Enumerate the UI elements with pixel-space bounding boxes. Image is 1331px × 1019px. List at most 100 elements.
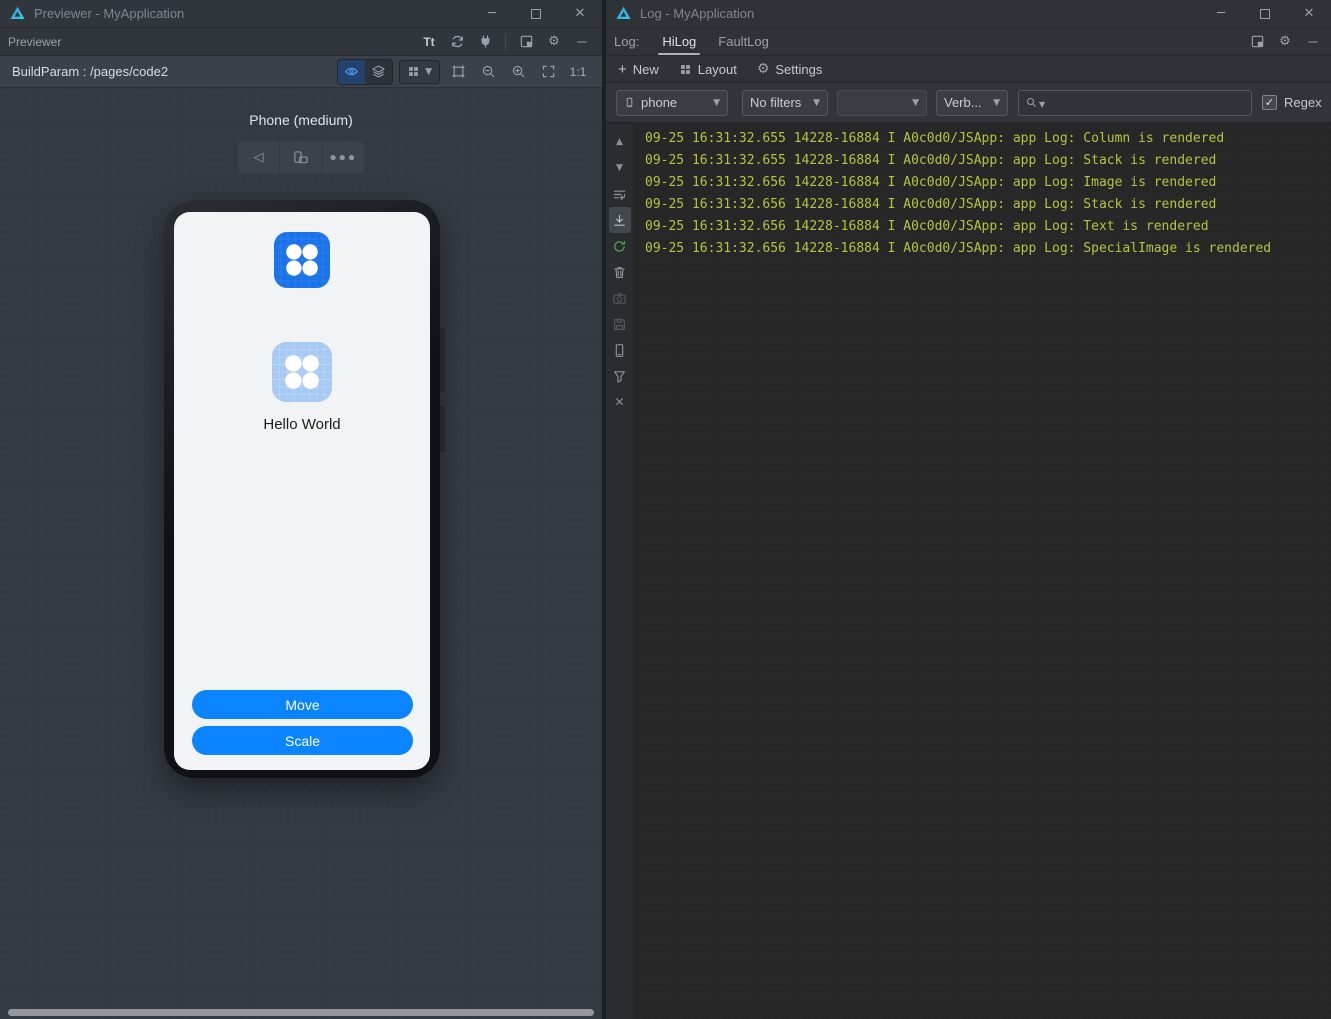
tab-hilog[interactable]: HiLog	[651, 28, 707, 55]
save-log-icon	[609, 311, 631, 337]
window-controls: ─ ✕	[1199, 0, 1331, 27]
settings-label: Settings	[775, 61, 823, 77]
actual-size-button[interactable]: 1:1	[566, 61, 590, 83]
build-param-bar: BuildParam : /pages/code2 ▼ 1:1	[0, 56, 602, 88]
checkbox-checked-icon[interactable]: ✓	[1262, 95, 1277, 110]
phone-icon	[626, 97, 633, 108]
log-tabs-label: Log:	[614, 34, 640, 49]
device-label: Phone (medium)	[249, 112, 353, 128]
log-output[interactable]: 09-25 16:31:32.655 14228-16884 I A0c0d0/…	[633, 123, 1331, 1019]
previewer-window: Previewer - MyApplication ─ ✕ Previewer …	[0, 0, 602, 1019]
maximize-icon[interactable]	[1243, 0, 1287, 27]
previewer-titlebar: Previewer - MyApplication ─ ✕	[0, 0, 602, 28]
window-controls: ─ ✕	[470, 0, 602, 27]
component-layers-icon[interactable]	[365, 60, 392, 84]
device-nav-group: ◁ ●●●	[238, 141, 364, 173]
fit-to-screen-icon[interactable]	[536, 61, 560, 83]
chevron-down-icon: ▼	[912, 97, 919, 108]
log-level-select[interactable]: Verb... ▼	[936, 89, 1008, 116]
settings-gear-icon[interactable]: ⚙	[542, 31, 566, 53]
filter-select-value: No filters	[750, 95, 802, 110]
chevron-down-icon: ▼	[813, 97, 820, 108]
horizontal-scrollbar[interactable]	[8, 1009, 594, 1016]
zoom-in-icon[interactable]	[506, 61, 530, 83]
divider	[505, 33, 506, 50]
build-bar-actions: ▼ 1:1	[337, 58, 590, 85]
more-options-button[interactable]: ●●●	[323, 141, 364, 173]
log-line: 09-25 16:31:32.655 14228-16884 I A0c0d0/…	[645, 131, 1225, 146]
regex-toggle[interactable]: ✓ Regex	[1262, 95, 1322, 110]
app-logo-image	[272, 342, 332, 402]
layout-button[interactable]: Layout	[679, 62, 737, 77]
inspector-plug-icon[interactable]	[473, 31, 497, 53]
scroll-up-icon[interactable]: ▲	[609, 129, 631, 155]
scroll-to-end-icon[interactable]	[608, 207, 631, 233]
hide-panel-icon[interactable]: ─	[1301, 31, 1325, 53]
search-input[interactable]	[1047, 95, 1245, 110]
log-line: 09-25 16:31:32.655 14228-16884 I A0c0d0/…	[645, 153, 1217, 168]
window-title: Log - MyApplication	[640, 6, 755, 21]
log-search-box: ▼	[1018, 89, 1252, 116]
chevron-down-icon: ▼	[713, 97, 720, 108]
window-title: Previewer - MyApplication	[34, 6, 185, 21]
volume-button	[440, 328, 445, 392]
clear-logs-icon[interactable]	[609, 259, 631, 285]
close-icon[interactable]: ✕	[1287, 0, 1331, 27]
search-options-icon[interactable]: ▼	[1039, 100, 1045, 109]
grid-layout-icon	[680, 64, 690, 74]
log-toolbar: + New Layout ⚙ Settings	[606, 56, 1331, 83]
log-line: 09-25 16:31:32.656 14228-16884 I A0c0d0/…	[645, 241, 1272, 256]
soft-wrap-icon[interactable]	[609, 181, 631, 207]
close-icon[interactable]: ✕	[609, 389, 631, 415]
rotate-device-button[interactable]	[280, 141, 323, 173]
interactive-preview-icon[interactable]	[338, 59, 366, 84]
zoom-out-icon[interactable]	[476, 61, 500, 83]
log-tab-actions: ⚙ ─	[1245, 31, 1331, 53]
package-select[interactable]: ▼	[837, 89, 927, 116]
gear-icon: ⚙	[756, 61, 770, 77]
device-screen-icon[interactable]	[609, 337, 631, 363]
log-tab-bar: Log: HiLog FaultLog ⚙ ─	[606, 28, 1331, 56]
minimize-icon[interactable]: ─	[470, 0, 514, 27]
font-size-icon[interactable]: Tt	[417, 31, 441, 53]
device-select[interactable]: phone ▼	[616, 89, 728, 116]
maximize-icon[interactable]	[514, 0, 558, 27]
move-button[interactable]: Move	[192, 690, 413, 719]
build-param-label: BuildParam : /pages/code2	[12, 64, 169, 79]
scroll-down-icon[interactable]: ▼	[609, 155, 631, 181]
close-icon[interactable]: ✕	[558, 0, 602, 27]
phone-screen: Hello World Move Scale	[174, 212, 430, 770]
layout-label: Layout	[697, 61, 737, 77]
chevron-down-icon: ▼	[993, 97, 1000, 108]
phone-mockup: Hello World Move Scale	[164, 200, 445, 778]
deveco-logo-icon	[616, 6, 631, 19]
hide-panel-icon[interactable]: ─	[570, 31, 594, 53]
hello-world-text: Hello World	[263, 416, 341, 433]
selection-frame-icon[interactable]	[446, 61, 470, 83]
scale-button[interactable]: Scale	[192, 726, 413, 755]
settings-gear-icon[interactable]: ⚙	[1273, 31, 1297, 53]
refresh-icon[interactable]	[445, 31, 469, 53]
chevron-down-icon: ▼	[425, 66, 432, 77]
log-line: 09-25 16:31:32.656 14228-16884 I A0c0d0/…	[645, 175, 1217, 190]
power-button	[440, 406, 445, 452]
multi-device-preview-button[interactable]: ▼	[399, 59, 440, 84]
log-filter-bar: phone ▼ No filters ▼ ▼ Verb... ▼ ▼ ✓ Reg…	[606, 83, 1331, 123]
log-titlebar: Log - MyApplication ─ ✕	[606, 0, 1331, 28]
settings-button[interactable]: ⚙ Settings	[757, 61, 823, 77]
filter-icon[interactable]	[609, 363, 631, 389]
panel-title: Previewer	[8, 34, 62, 49]
log-console: ▲ ▼ ✕ 09-25 16:31:32.655 14228-16884 I A0c…	[606, 123, 1331, 1019]
filter-select[interactable]: No filters ▼	[742, 89, 828, 116]
new-label: New	[632, 61, 659, 77]
regex-label: Regex	[1284, 95, 1322, 110]
log-line: 09-25 16:31:32.656 14228-16884 I A0c0d0/…	[645, 197, 1217, 212]
panel-layout-icon[interactable]	[514, 31, 538, 53]
back-button[interactable]: ◁	[238, 141, 281, 173]
tab-faultlog[interactable]: FaultLog	[707, 28, 780, 55]
panel-layout-icon[interactable]	[1245, 31, 1269, 53]
new-session-button[interactable]: + New	[618, 62, 659, 77]
minimize-icon[interactable]: ─	[1199, 0, 1243, 27]
rerun-icon[interactable]	[609, 233, 631, 259]
preview-canvas: Phone (medium) ◁ ●●● Hello World Move Sc…	[0, 88, 602, 1019]
